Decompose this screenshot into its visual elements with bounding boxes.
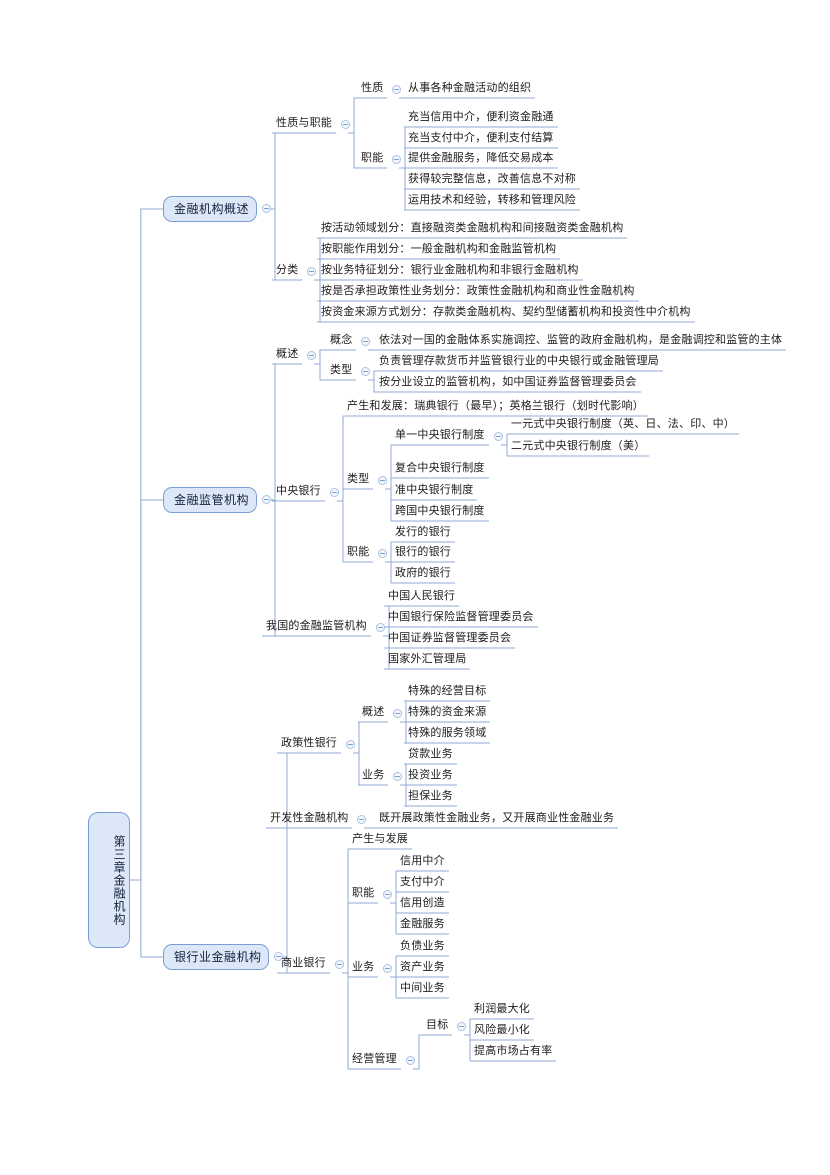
mindmap-node-n11[interactable]: 分类 <box>272 264 302 279</box>
mindmap-node-n26[interactable]: 类型 <box>343 473 373 488</box>
mindmap-node-n59[interactable]: 信用创造 <box>396 897 449 912</box>
mindmap-node-n10[interactable]: 运用技术和经验，转移和管理风险 <box>404 194 580 209</box>
collapse-toggle-icon[interactable] <box>361 367 370 376</box>
mindmap-node-n31[interactable]: 准中央银行制度 <box>391 484 477 499</box>
mindmap-node-n34[interactable]: 发行的银行 <box>391 526 455 541</box>
collapse-toggle-icon[interactable] <box>393 709 402 718</box>
collapse-toggle-icon[interactable] <box>262 204 271 213</box>
mindmap-node-n29[interactable]: 二元式中央银行制度（美） <box>507 440 649 455</box>
mindmap-node-n38[interactable]: 中国人民银行 <box>384 590 459 605</box>
collapse-toggle-icon[interactable] <box>383 964 392 973</box>
mindmap-node-n6[interactable]: 充当信用中介，便利资金融通 <box>404 111 558 126</box>
collapse-toggle-icon[interactable] <box>307 267 316 276</box>
mindmap-node-n47[interactable]: 特殊的服务领域 <box>404 727 490 742</box>
mindmap-node-n20[interactable]: 依法对一国的金融体系实施调控、监管的政府金融机构，是金融调控和监管的主体 <box>375 334 786 349</box>
mindmap-node-n56[interactable]: 职能 <box>348 887 378 902</box>
collapse-toggle-icon[interactable] <box>494 432 503 441</box>
collapse-toggle-icon[interactable] <box>341 120 350 129</box>
mindmap-node-n32[interactable]: 跨国中央银行制度 <box>391 505 489 520</box>
mindmap-node-n42[interactable]: 银行业金融机构 <box>163 944 269 970</box>
mindmap-node-n8[interactable]: 提供金融服务，降低交易成本 <box>404 152 558 167</box>
mindmap-node-n17[interactable]: 金融监管机构 <box>163 487 257 513</box>
collapse-toggle-icon[interactable] <box>357 815 366 824</box>
mindmap-node-n21[interactable]: 类型 <box>326 364 356 379</box>
mindmap-node-n9[interactable]: 获得较完整信息，改善信息不对称 <box>404 173 580 188</box>
collapse-toggle-icon[interactable] <box>392 155 401 164</box>
collapse-toggle-icon[interactable] <box>361 337 370 346</box>
mindmap-node-n22[interactable]: 负责管理存款货币并监管银行业的中央银行或金融管理局 <box>375 355 663 370</box>
collapse-toggle-icon[interactable] <box>383 890 392 899</box>
mindmap-node-n16[interactable]: 按资金来源方式划分：存款类金融机构、契约型储蓄机构和投资性中介机构 <box>317 306 695 321</box>
root-node-label: 第三章金融机构 <box>88 812 130 948</box>
mindmap-node-n43[interactable]: 政策性银行 <box>277 737 341 752</box>
root-node[interactable]: 第三章金融机构 <box>88 812 130 948</box>
collapse-toggle-icon[interactable] <box>378 476 387 485</box>
mindmap-node-n18[interactable]: 概述 <box>272 348 302 363</box>
mindmap-node-n54[interactable]: 商业银行 <box>277 957 330 972</box>
collapse-toggle-icon[interactable] <box>457 1022 466 1031</box>
collapse-toggle-icon[interactable] <box>406 1056 415 1065</box>
collapse-toggle-icon[interactable] <box>346 740 355 749</box>
mindmap-node-n50[interactable]: 投资业务 <box>404 769 457 784</box>
collapse-toggle-icon[interactable] <box>335 960 344 969</box>
mindmap-node-n1[interactable]: 金融机构概述 <box>163 196 257 222</box>
mindmap-canvas: 第三章金融机构 金融机构概述 性质与职能 性质 从事各种金融活动的组织职能 充当信用中介，… <box>0 0 830 1175</box>
mindmap-node-n4[interactable]: 从事各种金融活动的组织 <box>404 82 535 97</box>
collapse-toggle-icon[interactable] <box>378 549 387 558</box>
mindmap-node-n30[interactable]: 复合中央银行制度 <box>391 462 489 477</box>
mindmap-node-n49[interactable]: 贷款业务 <box>404 748 457 763</box>
mindmap-node-n52[interactable]: 开发性金融机构 <box>266 812 352 827</box>
mindmap-node-n44[interactable]: 概述 <box>358 706 388 721</box>
mindmap-node-n68[interactable]: 风险最小化 <box>470 1024 534 1039</box>
mindmap-node-n67[interactable]: 利润最大化 <box>470 1003 534 1018</box>
mindmap-node-n13[interactable]: 按职能作用划分：一般金融机构和金融监管机构 <box>317 243 560 258</box>
mindmap-node-n46[interactable]: 特殊的资金来源 <box>404 706 490 721</box>
mindmap-node-n27[interactable]: 单一中央银行制度 <box>391 429 489 444</box>
collapse-toggle-icon[interactable] <box>392 85 401 94</box>
collapse-toggle-icon[interactable] <box>393 772 402 781</box>
mindmap-node-n23[interactable]: 按分业设立的监管机构，如中国证券监督管理委员会 <box>375 376 641 391</box>
mindmap-node-n33[interactable]: 职能 <box>343 546 373 561</box>
mindmap-node-n63[interactable]: 资产业务 <box>396 961 449 976</box>
collapse-toggle-icon[interactable] <box>330 488 339 497</box>
mindmap-node-n2[interactable]: 性质与职能 <box>272 117 336 132</box>
mindmap-node-n19[interactable]: 概念 <box>326 334 356 349</box>
mindmap-node-n28[interactable]: 一元式中央银行制度（英、日、法、印、中） <box>507 418 739 433</box>
mindmap-node-n69[interactable]: 提高市场占有率 <box>470 1045 556 1060</box>
mindmap-node-n37[interactable]: 我国的金融监管机构 <box>262 620 371 635</box>
mindmap-node-n15[interactable]: 按是否承担政策性业务划分：政策性金融机构和商业性金融机构 <box>317 285 639 300</box>
mindmap-node-n7[interactable]: 充当支付中介，便利支付结算 <box>404 132 558 147</box>
mindmap-node-n48[interactable]: 业务 <box>358 769 388 784</box>
mindmap-node-n58[interactable]: 支付中介 <box>396 876 449 891</box>
mindmap-node-n60[interactable]: 金融服务 <box>396 918 449 933</box>
mindmap-node-n35[interactable]: 银行的银行 <box>391 546 455 561</box>
mindmap-node-n40[interactable]: 中国证券监督管理委员会 <box>384 632 515 647</box>
mindmap-node-n3[interactable]: 性质 <box>357 82 387 97</box>
mindmap-node-n24[interactable]: 中央银行 <box>272 485 325 500</box>
mindmap-node-n36[interactable]: 政府的银行 <box>391 567 455 582</box>
mindmap-node-n53[interactable]: 既开展政策性金融业务，又开展商业性金融业务 <box>375 812 618 827</box>
mindmap-node-n45[interactable]: 特殊的经营目标 <box>404 685 490 700</box>
mindmap-node-n62[interactable]: 负债业务 <box>396 940 449 955</box>
mindmap-node-n57[interactable]: 信用中介 <box>396 855 449 870</box>
mindmap-node-n5[interactable]: 职能 <box>357 152 387 167</box>
mindmap-node-n61[interactable]: 业务 <box>348 961 378 976</box>
mindmap-node-n25[interactable]: 产生和发展：瑞典银行（最早）；英格兰银行（划时代影响） <box>343 400 648 415</box>
mindmap-node-n39[interactable]: 中国银行保险监督管理委员会 <box>384 611 538 626</box>
mindmap-node-n55[interactable]: 产生与发展 <box>348 833 412 848</box>
mindmap-node-n14[interactable]: 按业务特征划分：银行业金融机构和非银行金融机构 <box>317 264 583 279</box>
mindmap-node-n64[interactable]: 中间业务 <box>396 982 449 997</box>
collapse-toggle-icon[interactable] <box>307 351 316 360</box>
mindmap-node-n66[interactable]: 目标 <box>422 1019 452 1034</box>
mindmap-node-n41[interactable]: 国家外汇管理局 <box>384 653 470 668</box>
mindmap-node-n12[interactable]: 按活动领域划分：直接融资类金融机构和间接融资类金融机构 <box>317 222 627 237</box>
collapse-toggle-icon[interactable] <box>262 495 271 504</box>
mindmap-node-n65[interactable]: 经营管理 <box>348 1053 401 1068</box>
mindmap-node-n51[interactable]: 担保业务 <box>404 790 457 805</box>
